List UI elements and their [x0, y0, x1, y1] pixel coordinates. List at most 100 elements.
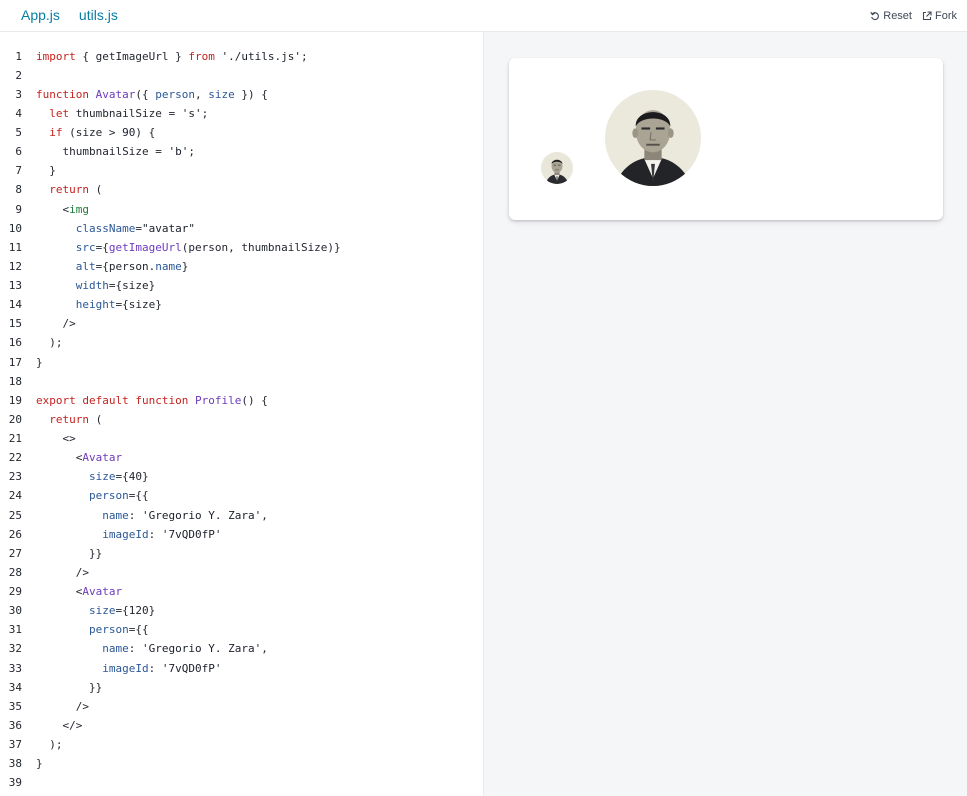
- line-number: 26: [8, 527, 22, 541]
- reset-button[interactable]: Reset: [870, 10, 912, 22]
- code-line: 2: [0, 66, 483, 85]
- line-number: 28: [8, 565, 22, 579]
- line-code: }: [36, 754, 43, 773]
- line-number: 9: [15, 202, 22, 216]
- line-number: 34: [8, 680, 22, 694]
- code-line: 6 thumbnailSize = 'b';: [0, 142, 483, 161]
- fork-button[interactable]: Fork: [922, 10, 957, 22]
- line-code: );: [36, 735, 62, 754]
- reset-label: Reset: [883, 9, 912, 22]
- fork-label: Fork: [935, 9, 957, 22]
- code-token: (: [89, 183, 103, 197]
- code-line: 13 width={size}: [0, 276, 483, 295]
- line-code: function Avatar({ person, size }) {: [36, 85, 268, 104]
- code-token: ={{: [128, 623, 149, 637]
- line-code: </>: [36, 716, 82, 735]
- code-line: 4 let thumbnailSize = 's';: [0, 104, 483, 123]
- code-line: 7 }: [0, 161, 483, 180]
- code-token: :: [128, 508, 142, 522]
- code-line: 12 alt={person.name}: [0, 257, 483, 276]
- code-line: 29 <Avatar: [0, 582, 483, 601]
- code-editor[interactable]: 1 import { getImageUrl } from './utils.js…: [0, 32, 484, 796]
- line-number: 30: [8, 604, 22, 618]
- line-code: size={120}: [36, 601, 155, 620]
- tab-app-js[interactable]: App.js: [21, 0, 60, 31]
- code-token: ,: [194, 87, 209, 101]
- code-token: if: [49, 126, 63, 140]
- line-code: }: [36, 161, 56, 180]
- code-token: :: [148, 661, 162, 675]
- code-token: thumbnailSize =: [36, 145, 169, 159]
- code-line: 31 person={{: [0, 620, 483, 639]
- line-number: 1: [15, 49, 22, 63]
- code-token: />: [36, 565, 89, 579]
- line-number: 25: [8, 508, 22, 522]
- line-code: export default function Profile() {: [36, 391, 268, 410]
- line-number: 39: [8, 776, 22, 790]
- code-line: 39: [0, 773, 483, 792]
- code-line: 38}: [0, 754, 483, 773]
- line-code: person={{: [36, 620, 149, 639]
- code-line: 21 <>: [0, 429, 483, 448]
- code-line: 25 name: 'Gregorio Y. Zara',: [0, 506, 483, 525]
- line-code: width={size}: [36, 276, 155, 295]
- code-token: alt: [75, 259, 96, 273]
- line-code: thumbnailSize = 'b';: [36, 142, 195, 161]
- code-line: 8 return (: [0, 180, 483, 199]
- line-code: );: [36, 333, 63, 352]
- code-token: );: [36, 336, 63, 350]
- avatar-portrait-large: [605, 90, 701, 186]
- code-line: 5 if (size > 90) {: [0, 123, 483, 142]
- tab-utils-js[interactable]: utils.js: [79, 0, 118, 31]
- code-token: name: [102, 508, 129, 522]
- line-number: 2: [15, 68, 22, 82]
- code-line: 1 import { getImageUrl } from './utils.js…: [0, 47, 483, 66]
- line-number: 6: [15, 145, 22, 159]
- line-number: 3: [15, 87, 22, 101]
- line-code: if (size > 90) {: [36, 123, 155, 142]
- line-code: imageId: '7vQD0fP': [36, 659, 221, 678]
- code-token: person: [88, 489, 129, 503]
- line-number: 37: [8, 738, 22, 752]
- code-token: () {: [241, 393, 268, 407]
- code-token: ) {: [135, 126, 156, 140]
- code-token: :: [128, 642, 142, 656]
- code-token: size: [208, 87, 235, 101]
- code-token: '7vQD0fP': [161, 527, 222, 541]
- code-token: (size >: [62, 126, 123, 140]
- line-number: 32: [8, 642, 22, 656]
- code-token: person: [88, 623, 129, 637]
- code-token: Avatar: [95, 87, 136, 101]
- preview-card: [509, 58, 943, 220]
- line-number: 23: [8, 470, 22, 484]
- code-token: { getImageUrl }: [75, 49, 189, 63]
- code-token: =: [135, 221, 142, 235]
- code-token: return: [49, 183, 89, 197]
- code-token: ,: [261, 642, 268, 656]
- code-line: 34 }}: [0, 678, 483, 697]
- code-line: 3 function Avatar({ person, size }) {: [0, 85, 483, 104]
- code-token: }}: [36, 680, 103, 694]
- code-token: imageId: [102, 527, 149, 541]
- avatar-large: [605, 90, 701, 186]
- line-code: }: [36, 353, 43, 372]
- code-line: 33 imageId: '7vQD0fP': [0, 659, 483, 678]
- code-token: (person, thumbnailSize)}: [181, 240, 341, 254]
- code-token: ;: [188, 145, 195, 159]
- code-token: 'b': [168, 145, 189, 159]
- code-token: import: [36, 49, 76, 63]
- code-line: 18: [0, 372, 483, 391]
- code-token: ={size}: [115, 298, 162, 312]
- code-token: :: [148, 527, 162, 541]
- code-token: person: [155, 87, 195, 101]
- line-number: 20: [8, 412, 22, 426]
- code-token: "avatar": [141, 221, 195, 235]
- code-token: ;: [201, 106, 209, 120]
- code-line: 30 size={120}: [0, 601, 483, 620]
